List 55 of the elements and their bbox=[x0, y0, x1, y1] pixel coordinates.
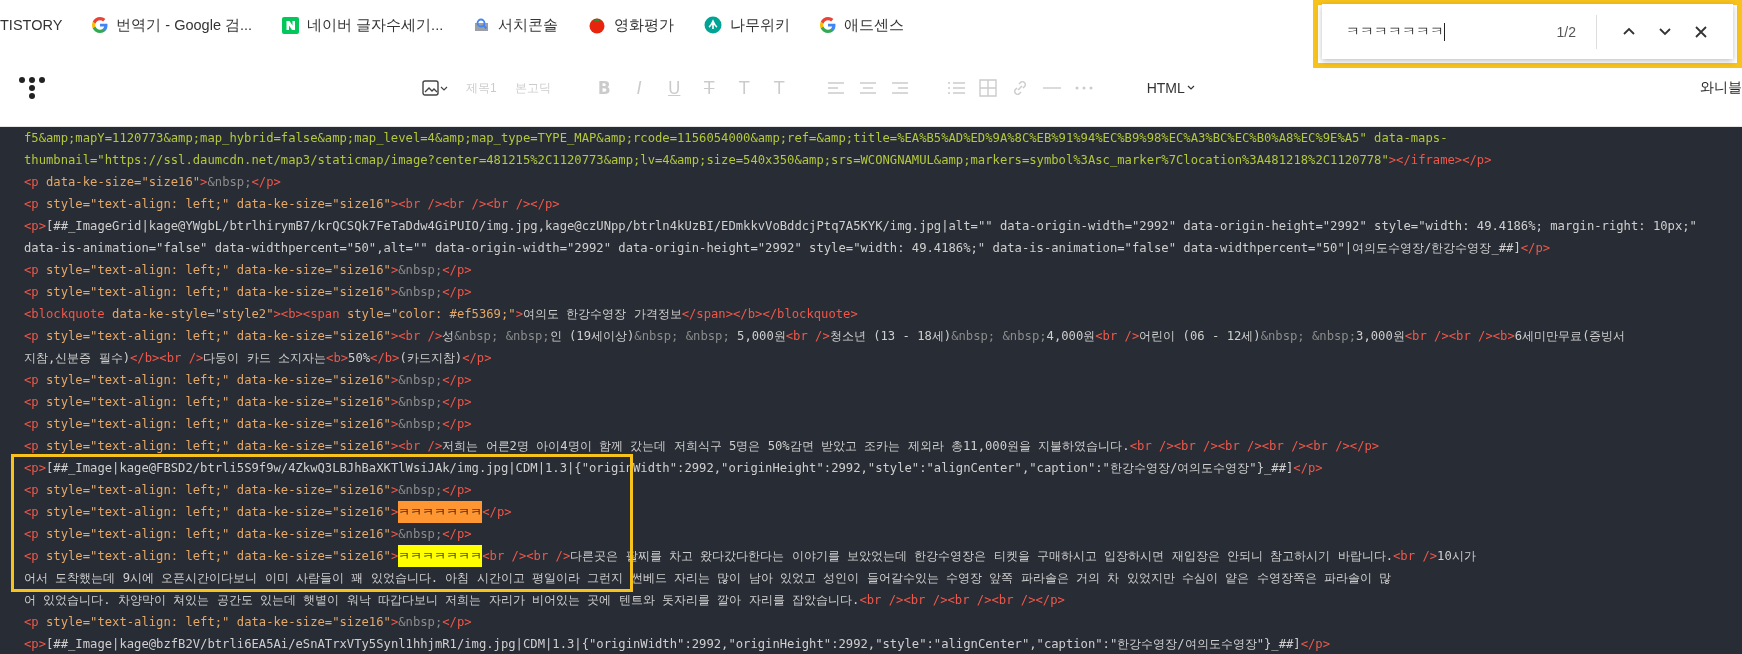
code-line: <p style="text-align: left;" data-ke-size="size16">&nbsp;</p> bbox=[24, 372, 472, 389]
code-line: <p>[##_ImageGrid|kage@YWgbL/btrlhirymB7/krQCSQk7FeTaDdw4GiPUIO/img.jpg,kage@czUNpp/btrln4kUzBI/EDmkkvVoBddcjPtq7A5KYK/img.jpg|alt="" data-origin-width="2992" data-origin-height="2992" style="width: 49.4186%; margin-right: 10px;" bbox=[24, 218, 1697, 235]
chevron-down-icon bbox=[1658, 25, 1672, 38]
bookmark-link[interactable]: TISTORY bbox=[0, 17, 63, 33]
match-count: 1/2 bbox=[1556, 23, 1576, 40]
user-name[interactable]: 와니블 bbox=[1700, 79, 1742, 97]
bookmark-link[interactable]: 서치콘솔 bbox=[498, 15, 559, 35]
align-icon[interactable] bbox=[890, 80, 909, 96]
code-line: <p style="text-align: left;" data-ke-size="size16">&nbsp;</p> bbox=[24, 614, 472, 631]
code-line: 어서 도착했는데 9시에 오픈시간이다보니 이미 사람들이 꽤 있었습니다. 아침 시간이고 평일이라 그런지 썬베드 자리는 많이 남아 있었고 성인이 들어갈수있는 수영장 앞쪽 파라솔은 거의 차 있었지만 수심이 얕은 수영장쪽은 파라솔이 많 bbox=[24, 570, 1392, 587]
code-line: <p>[##_Image|kage@bzfB2V/btrli6EA5Ai/eSnATrxVTy5Synl1hhjmR1/img.jpg|CDM|1.3|{"originWidth":2992,"originHeight":2992,"style":"alignCenter","caption":"한강수영장/여의도수영장"}_##]</p> bbox=[24, 636, 1330, 653]
caret-icon bbox=[1186, 85, 1195, 91]
code-text: <p style="text-align: left;" data-ke-size="size16"> bbox=[24, 504, 399, 521]
code-line: thumbnail="https://ssl.daumcdn.net/map3/staticmap/image?center=481215%2C1120773&amp;lv=4&amp;size=540x350&amp;srs=WCONGNAMUL&amp;markers=symbol%3Asc_marker%7Clocation%3A481218%2C1120778"></iframe></p> bbox=[24, 152, 1492, 169]
google-g-icon bbox=[92, 17, 109, 33]
search-field[interactable]: ㅋㅋㅋㅋㅋㅋㅋ bbox=[1346, 22, 1557, 41]
mode-dropdown[interactable]: HTML bbox=[1146, 80, 1195, 96]
code-line: <p style="text-align: left;" data-ke-size="size16"><br /><br /><br /></p> bbox=[24, 196, 560, 213]
google-g-icon bbox=[820, 17, 837, 33]
code-line: <p style="text-align: left;" data-ke-size="size16">&nbsp;</p> bbox=[24, 284, 472, 301]
table-icon[interactable] bbox=[978, 79, 997, 97]
bookmark-link[interactable]: 번역기 - Google 검... bbox=[116, 15, 253, 35]
list-icon[interactable] bbox=[946, 80, 965, 96]
tree-logo-icon bbox=[704, 16, 723, 34]
code-line: 지참,신분증 필수)</b><br />다둥이 카드 소지자는<b>50%</b>(카드지참)</p> bbox=[24, 350, 492, 367]
close-icon bbox=[1694, 25, 1708, 38]
code-line: <blockquote data-ke-style="style2"><b><span style="color: #ef5369;">여의도 한강수영장 가격정보</span></b></blockquote> bbox=[24, 306, 858, 323]
bookmark-link[interactable]: 네이버 글자수세기... bbox=[307, 15, 444, 35]
code-line: <p data-ke-size="size16">&nbsp;</p> bbox=[24, 174, 281, 191]
align-icon[interactable] bbox=[826, 80, 845, 96]
image-icon[interactable] bbox=[422, 79, 448, 97]
code-line: <p style="text-align: left;" data-ke-size="size16">&nbsp;</p> bbox=[24, 394, 472, 411]
search-match: ㅋㅋㅋㅋㅋㅋㅋ bbox=[398, 501, 483, 523]
search-match: ㅋㅋㅋㅋㅋㅋㅋ bbox=[398, 545, 483, 567]
divider-icon[interactable] bbox=[1042, 86, 1061, 90]
more-icon[interactable] bbox=[1074, 86, 1093, 90]
align-icon[interactable] bbox=[858, 80, 877, 96]
bookmark-link[interactable]: 애드센스 bbox=[844, 15, 905, 35]
code-line: <p style="text-align: left;" data-ke-size="size16"><br />저희는 어른2명 아이4명이 함께 갔는데 저희식구 5명은 50%감면 받았고 조카는 제외라 총11,000원을 지불하였습니다.<br /><br /><br /><br /><br /></p> bbox=[24, 438, 1380, 455]
code-line: <p style="text-align: left;" data-ke-size="size16">&nbsp;</p> bbox=[24, 416, 472, 433]
bookmark-link[interactable]: 나무위키 bbox=[730, 15, 791, 35]
code-line: <p style="text-align: left;" data-ke-size="size16">&nbsp;</p> bbox=[24, 526, 472, 543]
code-text: </p> bbox=[482, 504, 512, 521]
n-logo-icon bbox=[282, 16, 300, 34]
logo-icon[interactable] bbox=[18, 76, 46, 100]
magnifier-icon bbox=[473, 16, 491, 34]
bookmark-link[interactable]: 영화평가 bbox=[614, 15, 675, 35]
code-line: <p style="text-align: left;" data-ke-size="size16"><br />성&nbsp; &nbsp;인 (19세이상)&nbsp; &nbsp; 5,000원<br />청소년 (13 - 18세)&nbsp; &nbsp;4,000원<br />어린이 (06 - 12세)&nbsp; &nbsp;3,000원<br /><br /><b>6세미만무료(증빙서 bbox=[24, 328, 1626, 345]
code-text: <p style="text-align: left;" data-ke-size="size16"> bbox=[24, 548, 399, 565]
code-line: <p style="text-align: left;" data-ke-size="size16">&nbsp;</p> bbox=[24, 482, 472, 499]
tomato-icon bbox=[588, 16, 607, 34]
code-line: <p style="text-align: left;" data-ke-size="size16">&nbsp;</p> bbox=[24, 262, 472, 279]
code-line: f5&amp;mapY=1120773&amp;map_hybrid=false&amp;map_level=4&amp;map_type=TYPE_MAP&amp;rcode=1156054000&amp;ref=&amp;title=%EA%B5%AD%ED%9A%8C%EB%91%94%EC%B9%98%EC%A3%BC%EC%B0%A8%EC%9E%A5" data-maps- bbox=[24, 130, 1448, 147]
code-line: data-is-animation="false" data-widthpercent="50",alt="" data-origin-width="2992" data-origin-height="2992" style="width: 49.4186%;" data-is-animation="false" data-widthpercent="50"|여의도수영장/한강수영장_##]</p> bbox=[24, 240, 1551, 257]
code-line: 어 있었습니다. 차양막이 쳐있는 공간도 있는데 햇볕이 워낙 따갑다보니 저희는 자리가 비어있는 곳에 텐트와 돗자리를 깔아 자리를 잡았습니다.<br /><br /><br /><br /></p> bbox=[24, 592, 1065, 609]
